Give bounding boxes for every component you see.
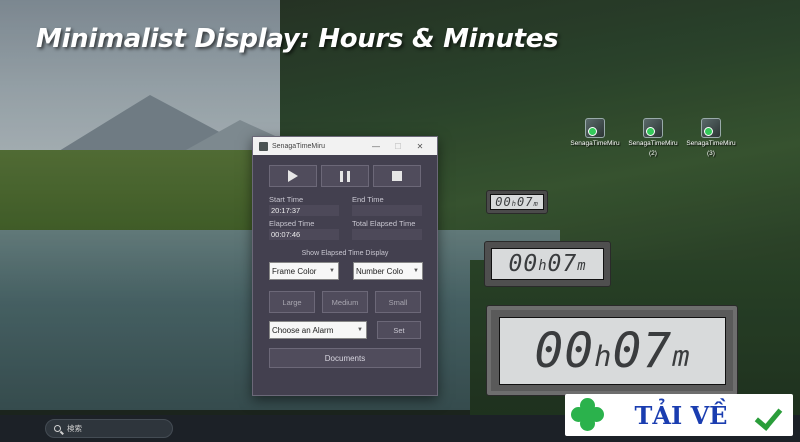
- headline-title: Minimalist Display: Hours & Minutes: [36, 24, 559, 54]
- documents-button[interactable]: Documents: [269, 348, 421, 368]
- chevron-down-icon: ▼: [329, 268, 335, 274]
- maximize-button[interactable]: ☐: [387, 142, 409, 151]
- stop-button[interactable]: [373, 165, 421, 187]
- lcd-face: 00 h 07 m: [491, 248, 604, 280]
- display-caption: Show Elapsed Time Display: [301, 250, 389, 257]
- app-shortcut-icon: [643, 118, 663, 138]
- size-large-button[interactable]: Large: [269, 291, 315, 313]
- lcd-hours-unit: h: [538, 258, 548, 275]
- size-small-button[interactable]: Small: [375, 291, 421, 313]
- desktop-icon-senagatimemiru-2[interactable]: SenagaTimeMiru (2): [624, 118, 682, 158]
- lcd-minutes-unit: m: [577, 258, 587, 275]
- frame-color-select[interactable]: Frame Color ▼: [269, 262, 339, 280]
- clover-icon: [567, 394, 608, 435]
- taskbar-search[interactable]: 検索: [45, 419, 173, 438]
- end-time-label: End Time: [352, 195, 384, 204]
- size-buttons: Large Medium Small: [269, 291, 421, 313]
- desktop-icon-label: SenagaTimeMiru: [628, 140, 678, 147]
- lcd-minutes-unit: m: [672, 339, 691, 374]
- pause-button[interactable]: [321, 165, 369, 187]
- chevron-down-icon: ▼: [357, 327, 363, 333]
- pause-icon: [340, 170, 350, 182]
- lcd-face: 00 h 07 m: [499, 317, 726, 385]
- window-title: SenagaTimeMiru: [272, 142, 326, 150]
- total-elapsed-label: Total Elapsed Time: [352, 219, 416, 228]
- alarm-select-value: Choose an Alarm: [272, 325, 334, 335]
- search-placeholder: 検索: [67, 424, 82, 433]
- play-button[interactable]: [269, 165, 317, 187]
- start-time-label: Start Time: [269, 195, 304, 204]
- watermark-text: TẢI VỀ: [634, 400, 728, 430]
- desktop-icon-label: SenagaTimeMiru: [686, 140, 736, 147]
- minimize-button[interactable]: —: [365, 142, 387, 151]
- search-icon: [54, 425, 61, 432]
- total-elapsed-value: [352, 229, 422, 240]
- desktop-icon-senagatimemiru[interactable]: SenagaTimeMiru: [566, 118, 624, 148]
- close-button[interactable]: ✕: [409, 142, 431, 151]
- alarm-row: Choose an Alarm ▼ Set: [269, 321, 421, 339]
- lcd-display-small[interactable]: 00 h 07 m: [486, 190, 548, 214]
- app-window: SenagaTimeMiru — ☐ ✕ Start Time 20:17:37…: [252, 136, 438, 396]
- lcd-display-large[interactable]: 00 h 07 m: [486, 305, 738, 396]
- lcd-face: 00 h 07 m: [490, 194, 544, 210]
- lcd-minutes: 07: [517, 195, 534, 209]
- elapsed-time-value: 00:07:46: [269, 229, 339, 240]
- lcd-minutes: 07: [547, 251, 578, 277]
- desktop-icon-sublabel: (3): [707, 149, 715, 157]
- elapsed-time-label: Elapsed Time: [269, 219, 315, 228]
- lcd-hours: 00: [534, 323, 595, 379]
- time-fields: Start Time 20:17:37 End Time Elapsed Tim…: [269, 195, 423, 283]
- lcd-minutes: 07: [612, 323, 673, 379]
- lcd-hours-unit: h: [594, 339, 613, 374]
- lcd-hours: 00: [495, 195, 512, 209]
- alarm-select[interactable]: Choose an Alarm ▼: [269, 321, 367, 339]
- lcd-hours: 00: [508, 251, 539, 277]
- app-shortcut-icon: [585, 118, 605, 138]
- chevron-down-icon: ▼: [413, 268, 419, 274]
- desktop-icon-senagatimemiru-3[interactable]: SenagaTimeMiru (3): [682, 118, 740, 158]
- app-shortcut-icon: [701, 118, 721, 138]
- number-color-select[interactable]: Number Colo ▼: [353, 262, 423, 280]
- end-time-value: [352, 205, 422, 216]
- size-medium-button[interactable]: Medium: [322, 291, 368, 313]
- lcd-minutes-unit: m: [533, 198, 539, 208]
- set-alarm-button[interactable]: Set: [377, 321, 421, 339]
- lcd-display-medium[interactable]: 00 h 07 m: [484, 241, 611, 287]
- window-titlebar[interactable]: SenagaTimeMiru — ☐ ✕: [253, 137, 437, 155]
- stop-icon: [392, 171, 402, 181]
- number-color-value: Number Colo: [356, 266, 404, 276]
- start-time-value: 20:17:37: [269, 205, 339, 216]
- transport-controls: [269, 165, 421, 187]
- watermark-banner: TẢI VỀ: [565, 394, 793, 436]
- checkmark-icon: [757, 400, 787, 430]
- desktop-icon-label: SenagaTimeMiru: [570, 140, 620, 147]
- play-icon: [288, 170, 298, 182]
- frame-color-value: Frame Color: [272, 266, 317, 276]
- desktop-icon-sublabel: (2): [649, 149, 657, 157]
- app-icon: [259, 141, 268, 151]
